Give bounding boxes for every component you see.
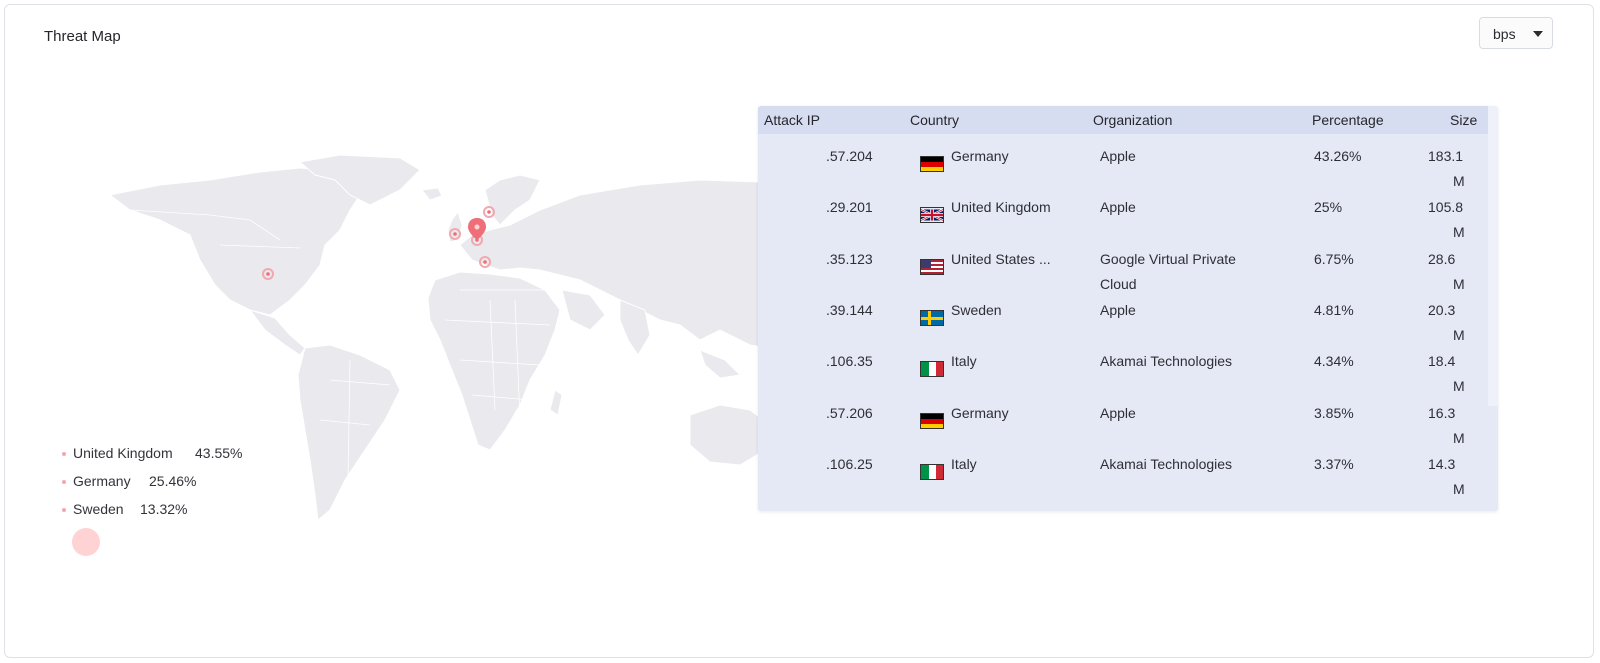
cell-country: Italy xyxy=(951,455,977,472)
widget-title: Threat Map xyxy=(44,28,121,45)
cell-size: 183.1 xyxy=(1428,148,1464,164)
cell-size-unit: M xyxy=(1453,326,1465,343)
caret-down-icon xyxy=(1533,31,1543,37)
cell-attack-ip: .57.204 xyxy=(826,148,873,164)
table-scrollbar[interactable] xyxy=(1488,106,1498,406)
world-map[interactable] xyxy=(100,150,780,530)
cell-organization: Apple xyxy=(1100,148,1136,164)
cell-percentage: 43.26% xyxy=(1314,148,1362,164)
africa-landmass xyxy=(427,271,561,451)
table-header: Attack IP Country Organization Percentag… xyxy=(758,106,1488,134)
col-header-country[interactable]: Country xyxy=(910,112,959,128)
germany-flag-icon xyxy=(920,156,944,172)
cell-organization: Apple xyxy=(1100,199,1136,216)
cell-size-unit: M xyxy=(1453,378,1465,395)
col-header-organization[interactable]: Organization xyxy=(1093,112,1172,128)
cell-percentage: 25% xyxy=(1314,199,1343,216)
cell-organization-line2: Cloud xyxy=(1100,275,1137,292)
cell-percentage: 4.34% xyxy=(1314,353,1354,370)
cell-organization: Google Virtual Private xyxy=(1100,250,1236,267)
cell-size: 14.3 xyxy=(1428,455,1456,472)
sweden-flag-icon xyxy=(920,309,944,326)
cell-organization: Akamai Technologies xyxy=(1100,455,1233,472)
iceland-landmass xyxy=(421,187,443,201)
cell-size-unit: M xyxy=(1453,224,1465,241)
se-asia-islands-landmass xyxy=(699,349,742,379)
legend-size-bubble xyxy=(72,528,100,556)
cell-size: 105.8 xyxy=(1428,199,1464,216)
cell-percentage: 3.85% xyxy=(1314,404,1354,421)
cell-percentage: 3.37% xyxy=(1314,455,1354,472)
cell-country: Germany xyxy=(951,404,1009,421)
unit-select-value: bps xyxy=(1493,26,1516,42)
col-header-percentage[interactable]: Percentage xyxy=(1312,112,1384,128)
cell-size: 18.4 xyxy=(1428,353,1456,370)
cell-country: Italy xyxy=(951,353,977,370)
madagascar-landmass xyxy=(549,389,563,416)
table-row[interactable]: .57.206 Germany Apple 3.85% 16.3 M xyxy=(758,401,1488,452)
us-flag-icon xyxy=(920,258,944,275)
cell-country: United States ... xyxy=(951,250,1051,267)
table-row[interactable]: .35.123 United States ... Google Virtual P… xyxy=(758,247,1488,298)
cell-country: Sweden xyxy=(951,301,1002,318)
cell-organization: Akamai Technologies xyxy=(1100,353,1233,370)
table-row[interactable]: .39.144 Sweden Apple 4.81% 20.3 M xyxy=(758,298,1488,349)
cell-organization: Apple xyxy=(1100,404,1136,421)
cell-percentage: 6.75% xyxy=(1314,250,1354,267)
cell-attack-ip: .57.206 xyxy=(826,404,873,421)
cell-size-unit: M xyxy=(1453,480,1465,497)
north-america-landmass xyxy=(108,167,366,316)
cell-percentage: 4.81% xyxy=(1314,301,1354,318)
cell-attack-ip: .106.25 xyxy=(826,455,873,472)
germany-flag-icon xyxy=(920,412,944,429)
legend-dot-icon xyxy=(62,508,66,512)
cell-attack-ip: .39.144 xyxy=(826,301,873,318)
cell-size: 20.3 xyxy=(1428,301,1456,318)
cell-size-unit: M xyxy=(1453,173,1465,189)
table-row[interactable]: .106.35 Italy Akamai Technologies 4.34% 18.4… xyxy=(758,349,1488,400)
cell-size-unit: M xyxy=(1453,275,1465,292)
cell-size: 16.3 xyxy=(1428,404,1456,421)
cell-attack-ip: .35.123 xyxy=(826,250,873,267)
col-header-attack-ip[interactable]: Attack IP xyxy=(764,112,820,128)
legend-dot-icon xyxy=(62,452,66,456)
italy-flag-icon xyxy=(920,361,944,378)
cell-attack-ip: .29.201 xyxy=(826,199,873,216)
cell-size-unit: M xyxy=(1453,429,1465,446)
arabia-landmass xyxy=(561,289,606,331)
uk-landmass xyxy=(447,210,463,243)
cell-attack-ip: .106.35 xyxy=(826,353,873,370)
cell-country: Germany xyxy=(951,148,1009,164)
cell-organization: Apple xyxy=(1100,301,1136,318)
col-header-size[interactable]: Size xyxy=(1450,112,1477,128)
uk-flag-icon xyxy=(920,207,944,224)
table-row[interactable]: .29.201 United Kingdom Apple 25% 105.8 M xyxy=(758,195,1488,246)
unit-select[interactable]: bps xyxy=(1479,17,1553,49)
table-row[interactable]: .106.25 Italy Akamai Technologies 3.37% 14.3… xyxy=(758,452,1488,503)
table-row[interactable]: .57.204 Germany Apple 43.26% 183.1 M xyxy=(758,144,1488,195)
legend-dot-icon xyxy=(62,480,66,484)
attack-table: Attack IP Country Organization Percentag… xyxy=(758,106,1498,511)
italy-flag-icon xyxy=(920,463,944,480)
central-america-landmass xyxy=(248,309,306,356)
cell-country: United Kingdom xyxy=(951,199,1051,216)
cell-size: 28.6 xyxy=(1428,250,1456,267)
